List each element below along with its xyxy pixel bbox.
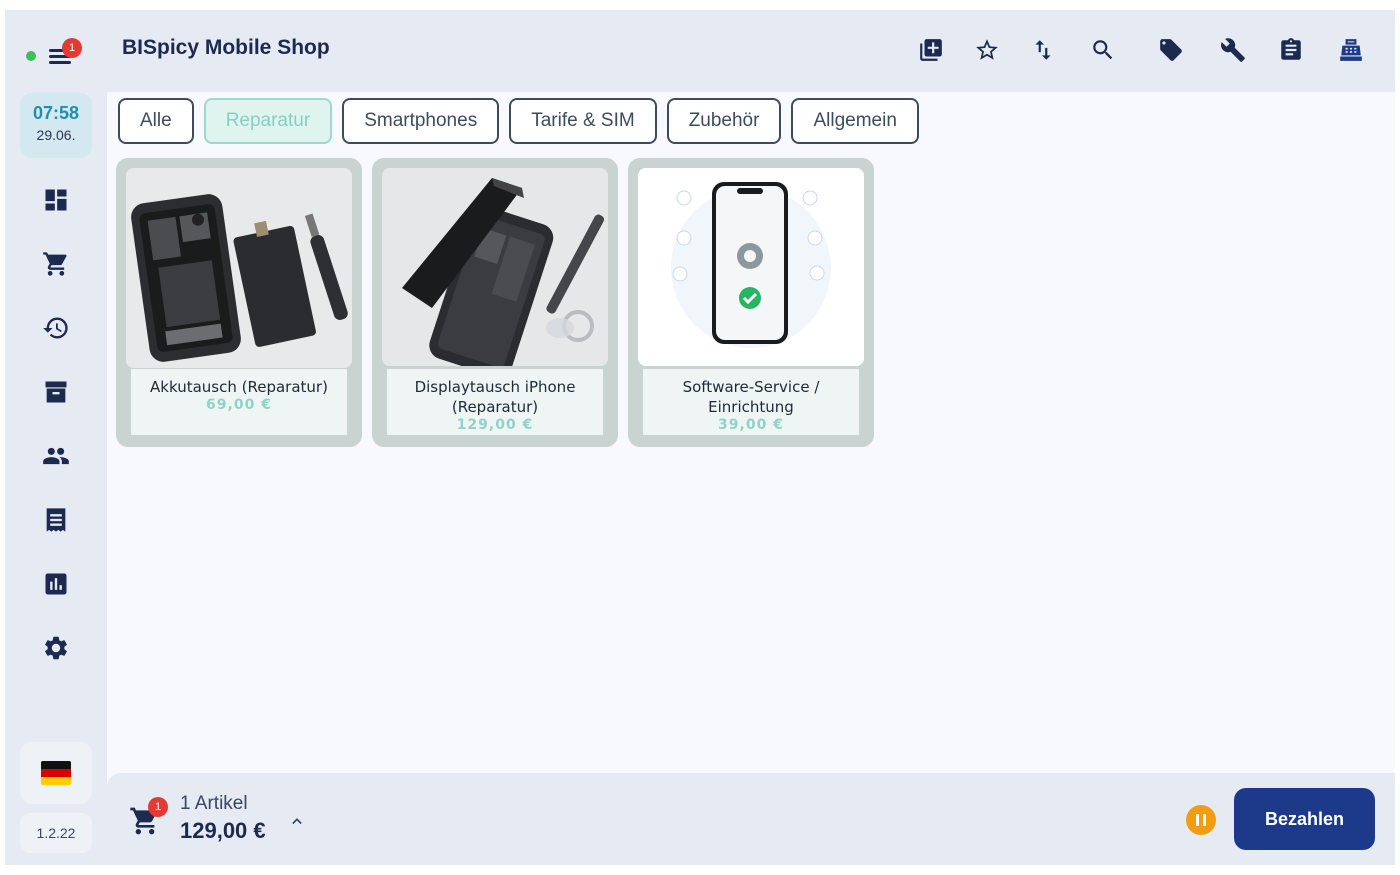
cart-icon[interactable] [38, 246, 74, 282]
product-info: Akkutausch (Reparatur) 69,00 € [131, 369, 347, 435]
tag-icon[interactable] [1153, 32, 1189, 68]
product-info: Software-Service / Einrichtung 39,00 € [643, 369, 859, 435]
app-frame: 1 07:58 29.06. 1.2.22 BISpicy Mobile Sho… [5, 10, 1395, 865]
clock-date: 29.06. [36, 127, 76, 143]
tab-reparatur[interactable]: Reparatur [203, 98, 333, 144]
pay-button[interactable]: Bezahlen [1234, 788, 1375, 850]
sort-arrows-icon[interactable] [1025, 32, 1061, 68]
product-price: 129,00 € [456, 417, 534, 433]
tab-alle[interactable]: Alle [118, 98, 194, 144]
product-name: Software-Service / Einrichtung [682, 378, 820, 416]
product-card-software-service[interactable]: Software-Service / Einrichtung 39,00 € [628, 158, 874, 447]
app-title: BISpicy Mobile Shop [122, 36, 330, 59]
clock-widget: 07:58 29.06. [20, 93, 92, 158]
cart-count-badge: 1 [148, 797, 168, 817]
germany-flag-icon [41, 761, 71, 785]
menu-notification-badge: 1 [62, 38, 82, 58]
star-icon[interactable] [969, 32, 1005, 68]
cart-items-count: 1 Artikel [180, 793, 248, 814]
online-status-indicator [26, 51, 36, 61]
tab-zubehoer[interactable]: Zubehör [666, 98, 782, 144]
product-grid: Akkutausch (Reparatur) 69,00 € Displayta… [116, 158, 874, 447]
sidebar: 1 07:58 29.06. 1.2.22 [5, 10, 107, 865]
add-box-icon[interactable] [913, 32, 949, 68]
settings-gear-icon[interactable] [38, 630, 74, 666]
header: BISpicy Mobile Shop [107, 10, 1395, 92]
clipboard-icon[interactable] [1273, 32, 1309, 68]
search-icon[interactable] [1085, 32, 1121, 68]
product-card-displaytausch[interactable]: Displaytausch iPhone (Reparatur) 129,00 … [372, 158, 618, 447]
dashboard-icon[interactable] [38, 182, 74, 218]
people-icon[interactable] [38, 438, 74, 474]
wrench-icon[interactable] [1215, 32, 1251, 68]
chevron-up-icon[interactable] [287, 811, 307, 831]
cart-total: 129,00 € [180, 818, 266, 843]
tab-allgemein[interactable]: Allgemein [791, 98, 919, 144]
category-tabs: Alle Reparatur Smartphones Tarife & SIM … [118, 98, 919, 144]
history-icon[interactable] [38, 310, 74, 346]
product-image-screen-replacement [382, 168, 608, 366]
cart-footer: 1 1 Artikel 129,00 € Bezahlen [107, 773, 1395, 865]
tab-tarife-sim[interactable]: Tarife & SIM [509, 98, 657, 144]
product-name: Displaytausch iPhone (Reparatur) [414, 378, 576, 416]
language-selector[interactable] [20, 742, 92, 804]
pause-button[interactable] [1186, 805, 1216, 835]
tab-smartphones[interactable]: Smartphones [342, 98, 500, 144]
clock-time: 07:58 [32, 103, 80, 123]
product-price: 39,00 € [718, 417, 784, 433]
footer-cart-button[interactable]: 1 [129, 797, 168, 839]
product-image-disassembled-phone [126, 168, 352, 368]
menu-button[interactable]: 1 [45, 38, 82, 69]
receipt-icon[interactable] [38, 502, 74, 538]
product-name: Akkutausch (Reparatur) [150, 378, 328, 396]
pause-icon [1196, 814, 1199, 826]
chart-icon[interactable] [38, 566, 74, 602]
product-image-phone-settings [638, 168, 864, 366]
archive-icon[interactable] [38, 374, 74, 410]
app-version: 1.2.22 [20, 813, 92, 853]
cash-register-icon[interactable] [1333, 32, 1369, 68]
product-card-akkutausch[interactable]: Akkutausch (Reparatur) 69,00 € [116, 158, 362, 447]
product-info: Displaytausch iPhone (Reparatur) 129,00 … [387, 369, 603, 435]
product-price: 69,00 € [206, 397, 272, 413]
